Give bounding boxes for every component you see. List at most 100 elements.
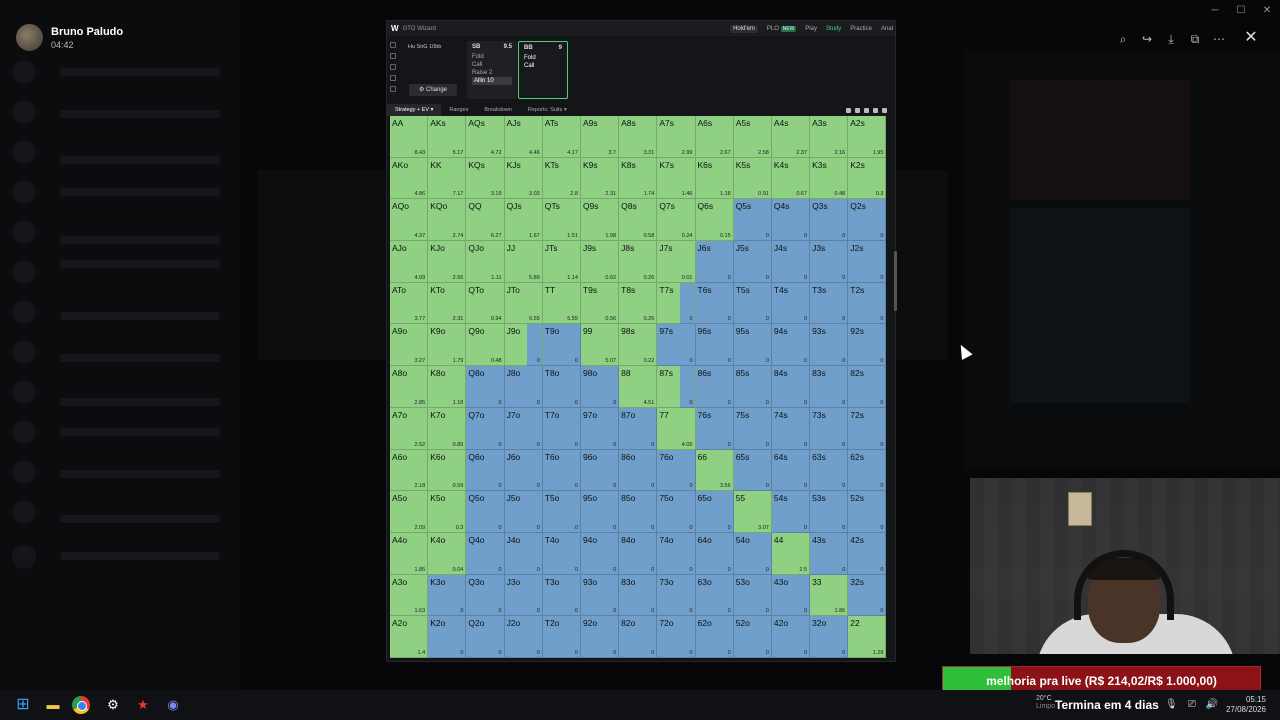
hand-cell[interactable]: T2s 0 [848,282,887,325]
hand-cell[interactable]: ATs 4.17 [542,116,581,158]
pokerstars-icon[interactable]: ★ [132,694,154,716]
hand-cell[interactable]: T5o 0 [542,491,581,533]
history-icon[interactable] [390,53,396,59]
hand-cell[interactable]: 96o 0 [580,449,620,492]
hand-cell[interactable]: Q6o 0 [466,449,505,492]
hand-cell[interactable]: A3s 2.16 [810,116,849,158]
hand-cell[interactable]: K8o 1.18 [428,366,467,408]
hand-cell[interactable]: 75s 0 [733,407,772,450]
tab-reports[interactable]: Reports: Suits ▾ [520,107,575,113]
change-button[interactable]: ⚙ Change [409,84,457,96]
hand-cell[interactable]: 99 5.07 [580,324,620,367]
hand-cell[interactable]: 97o 0 [580,407,620,450]
hand-cell[interactable]: 72o 0 [657,616,696,658]
hand-cell[interactable]: 92s 0 [848,324,887,367]
hand-cell[interactable]: 84s 0 [771,366,811,408]
hand-cell[interactable]: A3o 1.63 [390,574,429,617]
hand-cell[interactable]: K5s 0.91 [733,157,772,200]
hand-cell[interactable]: J6o 0 [504,449,543,492]
hand-cell[interactable]: QTs 1.51 [542,199,581,242]
hand-cell[interactable]: Q4o 0 [466,532,505,575]
file-explorer-icon[interactable]: ▬ [42,694,64,716]
hand-cell[interactable]: 98s 0.22 [619,324,658,367]
hand-cell[interactable]: AKs 5.17 [428,116,467,158]
window-close-icon[interactable]: ✕ [1254,0,1280,22]
hand-cell[interactable]: 44 2.5 [771,532,811,575]
hand-cell[interactable]: 97s 0 [657,324,696,367]
hand-cell[interactable]: 75o 0 [657,491,696,533]
hand-cell[interactable]: 83o 0 [619,574,658,617]
hand-cell[interactable]: AKo 4.86 [390,157,429,200]
view-icon-2[interactable] [855,107,860,113]
hand-cell[interactable]: 86s 0 [695,366,734,408]
hand-cell[interactable]: A8o 2.85 [390,366,429,408]
hand-cell[interactable]: T4s 0 [771,282,811,325]
nav-plo[interactable]: PLO NEW [767,25,797,32]
hand-cell[interactable]: 94o 0 [580,532,620,575]
windows-start-icon[interactable]: ⊞ [12,694,34,716]
hand-cell[interactable]: 22 1.28 [848,616,887,658]
hand-cell[interactable]: 82s 0 [848,366,887,408]
hand-cell[interactable]: QTo 0.94 [466,282,505,325]
forward-icon[interactable]: ↪ [1140,31,1154,47]
hand-cell[interactable]: 42s 0 [848,532,887,575]
hand-cell[interactable]: AQo 4.37 [390,199,429,242]
hand-cell[interactable]: J2o 0 [504,616,543,658]
hand-cell[interactable]: A4o 1.85 [390,532,429,575]
hand-cell[interactable]: J2s 0 [848,241,887,283]
hand-cell[interactable]: 93s 0 [810,324,849,367]
position-card-bb[interactable]: BB 9 Fold Call [518,41,568,99]
hand-cell[interactable]: QJo 1.11 [466,241,505,283]
hand-cell[interactable]: T7o 0 [542,407,581,450]
chrome-icon[interactable] [72,694,94,716]
hand-cell[interactable]: 54o 0 [733,532,772,575]
hand-cell[interactable]: J4o 0 [504,532,543,575]
controller-icon[interactable] [390,75,396,81]
hand-cell[interactable]: 43s 0 [810,532,849,575]
hand-cell[interactable]: T7s 0 [657,282,696,325]
hand-cell[interactable]: 76s 0 [695,407,734,450]
hand-cell[interactable]: J8s 0.26 [619,241,658,283]
hand-cell[interactable]: 65o 0 [695,491,734,533]
app-icon[interactable]: ⚙ [102,694,124,716]
hand-cell[interactable]: 43o 0 [771,574,811,617]
hand-cell[interactable]: T3s 0 [810,282,849,325]
hand-cell[interactable]: KTs 2.8 [542,157,581,200]
hand-cell[interactable]: A9s 3.7 [580,116,620,158]
hand-cell[interactable]: KTo 2.31 [428,282,467,325]
hand-cell[interactable]: J3s 0 [810,241,849,283]
clock[interactable]: 05:15 27/08/2026 [1226,695,1266,715]
hand-cell[interactable]: Q3s 0 [810,199,849,242]
hand-cell[interactable]: T2o 0 [542,616,581,658]
hand-cell[interactable]: AJs 4.46 [504,116,543,158]
hand-cell[interactable]: KJs 3.03 [504,157,543,200]
hand-cell[interactable]: 74s 0 [771,407,811,450]
zoom-icon[interactable]: ⌕ [1116,31,1130,47]
hand-cell[interactable]: 92o 0 [580,616,620,658]
hand-cell[interactable]: 62o 0 [695,616,734,658]
hand-cell[interactable]: Q5o 0 [466,491,505,533]
maximize-icon[interactable]: ☐ [1228,0,1254,22]
hand-cell[interactable]: 95s 0 [733,324,772,367]
hand-cell[interactable]: A7o 2.52 [390,407,429,450]
hand-cell[interactable]: 33 1.86 [810,574,849,617]
hand-cell[interactable]: J9s 0.62 [580,241,620,283]
hand-cell[interactable]: 52s 0 [848,491,887,533]
nav-holdem[interactable]: Hold'em [730,24,758,33]
close-viewer-button[interactable]: ✕ [1240,28,1262,50]
hand-cell[interactable]: K5o 0.3 [428,491,467,533]
hand-cell[interactable]: 72s 0 [848,407,887,450]
hand-cell[interactable]: K7s 1.46 [657,157,696,200]
hand-cell[interactable]: T9s 0.56 [580,282,620,325]
download-icon[interactable]: ⤓ [1164,31,1178,47]
hand-cell[interactable]: Q7o 0 [466,407,505,450]
hand-cell[interactable]: T9o 0 [542,324,581,367]
nav-analyze[interactable]: Anal [881,26,893,32]
hand-cell[interactable]: T4o 0 [542,532,581,575]
hand-cell[interactable]: KK 7.17 [428,157,467,200]
hand-cell[interactable]: 64s 0 [771,449,811,492]
hand-cell[interactable]: J6s 0 [695,241,734,283]
hand-cell[interactable]: Q6s 0.15 [695,199,734,242]
hand-cell[interactable]: 94s 0 [771,324,811,367]
hand-cell[interactable]: AQs 4.72 [466,116,505,158]
